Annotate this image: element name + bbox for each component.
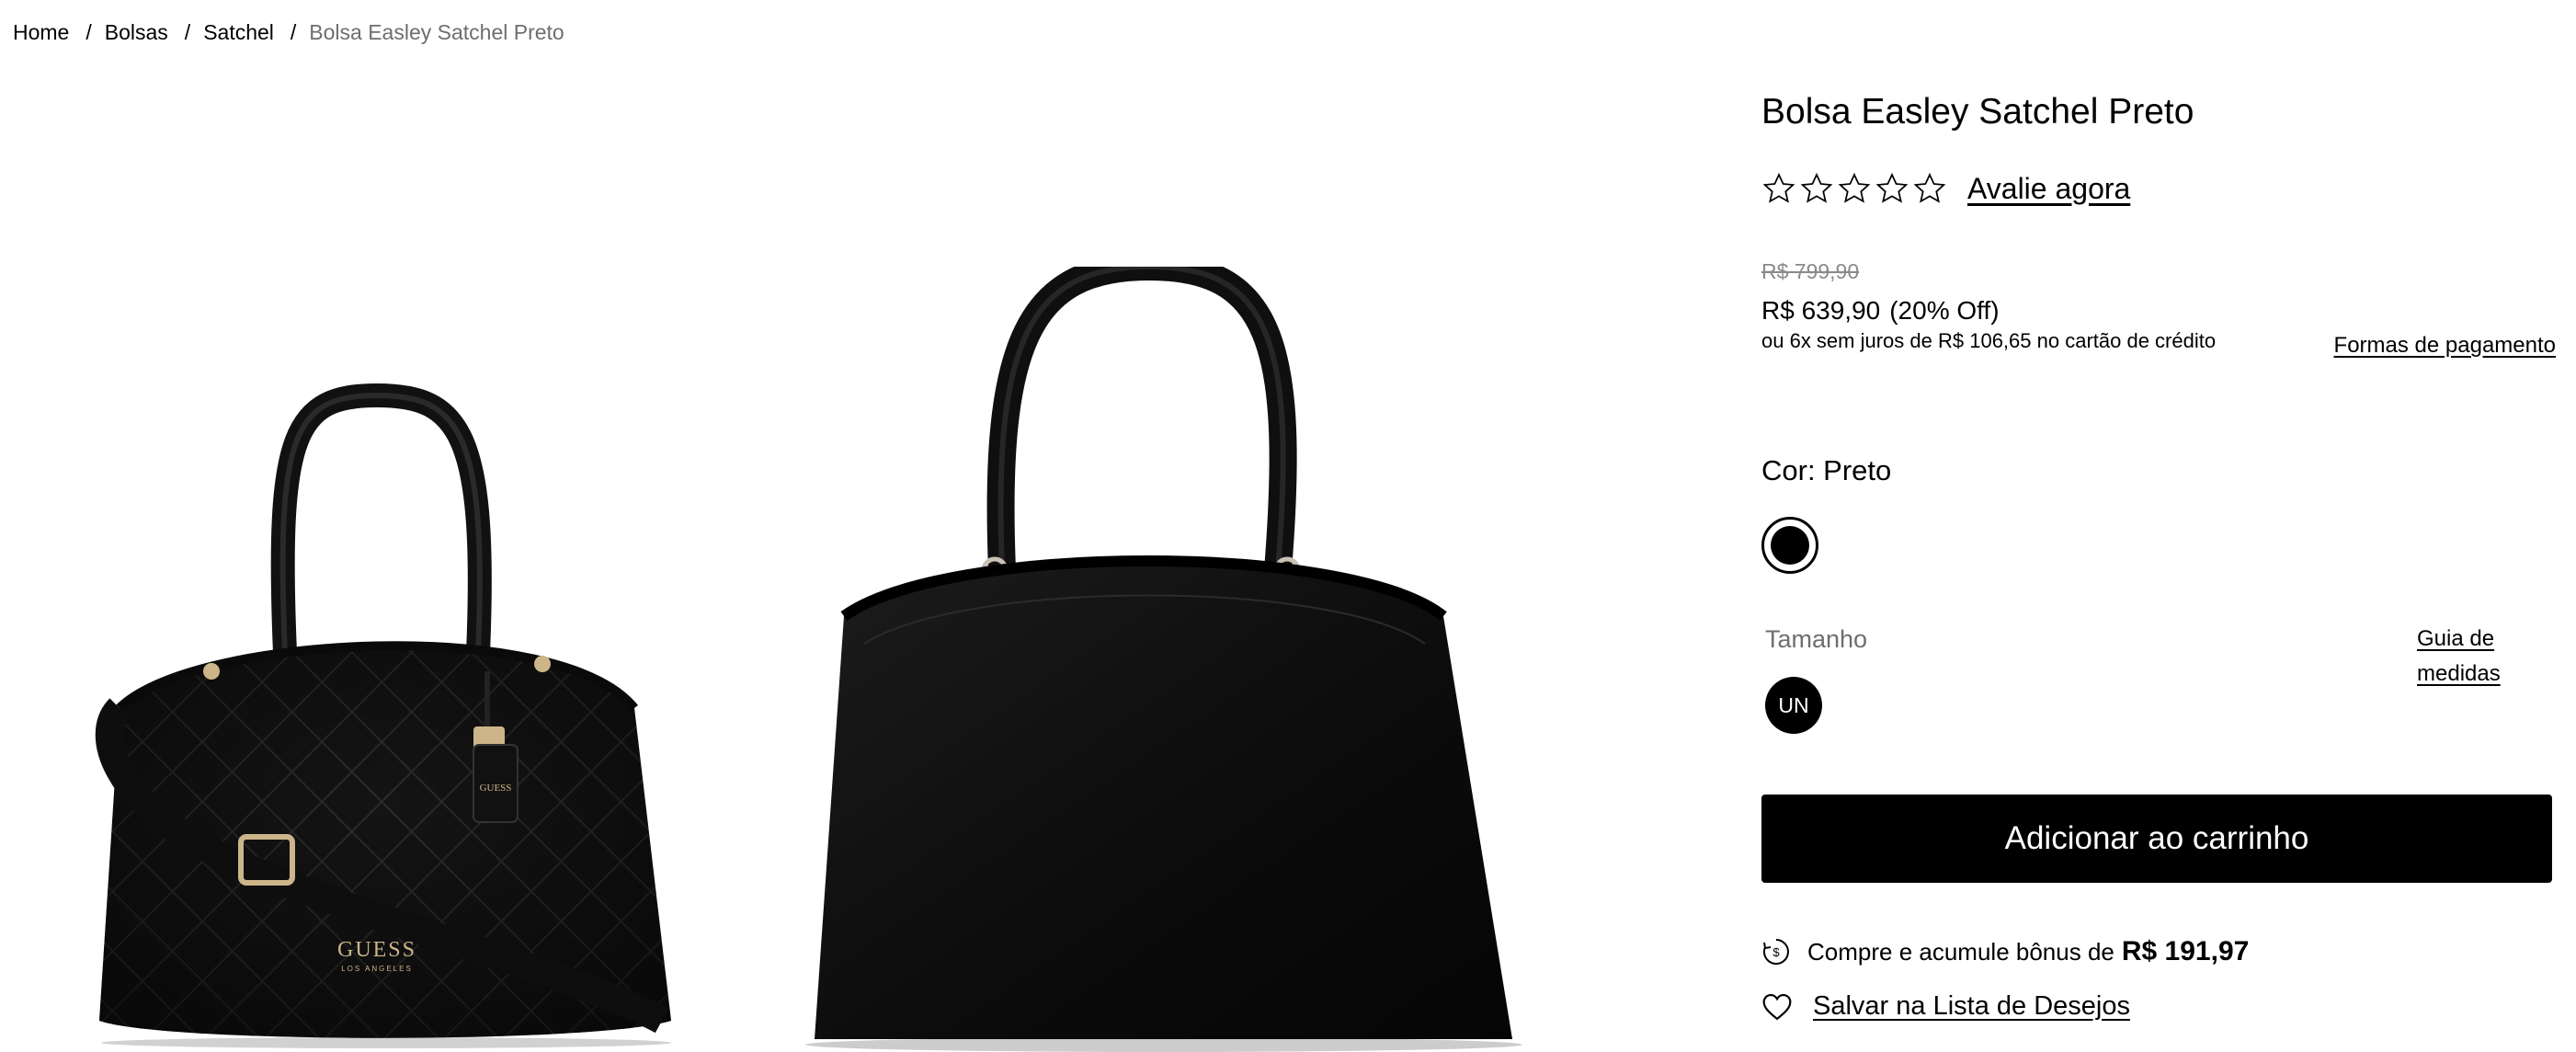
add-to-cart-button[interactable]: Adicionar ao carrinho (1761, 795, 2552, 883)
star-outline-icon[interactable] (1761, 171, 1796, 206)
svg-text:LOS ANGELES: LOS ANGELES (341, 965, 413, 973)
charm-logo-text: GUESS (480, 783, 512, 794)
size-label: Tamanho (1765, 625, 1868, 653)
rating: Avalie agora (1761, 171, 2130, 206)
product-info: Bolsa Easley Satchel Preto Avalie agora … (1761, 0, 2556, 1052)
product-gallery: GUESS GUESS LOS ANGELES (0, 74, 1728, 1052)
size-guide-link[interactable]: Guia de medidas (2417, 622, 2501, 692)
bonus-info: $ Compre e acumule bônus de R$ 191,97 (1761, 936, 2249, 967)
size-guide-line2: medidas (2417, 661, 2501, 686)
breadcrumb-bolsas[interactable]: Bolsas (105, 20, 168, 45)
wishlist-label: Salvar na Lista de Desejos (1813, 991, 2130, 1021)
product-image-front[interactable] (800, 267, 1535, 1052)
size-option-un[interactable]: UN (1765, 677, 1822, 734)
breadcrumb: Home / Bolsas / Satchel / Bolsa Easley S… (13, 20, 564, 45)
breadcrumb-separator: / (85, 20, 92, 44)
bag-logo-text: GUESS (337, 938, 416, 962)
svg-text:$: $ (1772, 945, 1780, 959)
payment-methods-link[interactable]: Formas de pagamento (2334, 333, 2556, 359)
heart-outline-icon[interactable] (1761, 993, 1793, 1021)
rating-stars[interactable] (1761, 171, 1947, 206)
installments-text: ou 6x sem juros de R$ 106,65 no cartão d… (1761, 329, 2217, 352)
breadcrumb-separator: / (184, 20, 191, 44)
star-outline-icon[interactable] (1875, 171, 1909, 206)
breadcrumb-home[interactable]: Home (13, 20, 69, 45)
rate-now-link[interactable]: Avalie agora (1967, 172, 2130, 206)
breadcrumb-satchel[interactable]: Satchel (203, 20, 274, 45)
star-outline-icon[interactable] (1912, 171, 1947, 206)
bonus-text: Compre e acumule bônus de (1807, 937, 2114, 966)
star-outline-icon[interactable] (1799, 171, 1834, 206)
discount-badge: (20% Off) (1889, 296, 2000, 325)
star-outline-icon[interactable] (1837, 171, 1872, 206)
product-image-quilted[interactable]: GUESS GUESS LOS ANGELES (83, 322, 690, 1048)
breadcrumb-separator: / (290, 20, 297, 44)
bonus-coin-icon: $ (1763, 939, 1789, 965)
old-price: R$ 799,90 (1761, 259, 1860, 283)
wishlist-button[interactable]: Salvar na Lista de Desejos (1761, 991, 2130, 1022)
color-swatch-preto[interactable] (1761, 517, 1818, 574)
breadcrumb-current: Bolsa Easley Satchel Preto (309, 20, 564, 44)
bonus-amount: R$ 191,97 (2121, 936, 2250, 966)
size-guide-line1: Guia de (2417, 626, 2495, 651)
current-price: R$ 639,90 (1761, 296, 1881, 325)
product-title: Bolsa Easley Satchel Preto (1761, 92, 2194, 132)
price-row: R$ 639,90 (20% Off) (1761, 296, 2000, 326)
color-label: Cor: Preto (1761, 454, 1892, 486)
color-swatch-dot (1771, 526, 1809, 565)
